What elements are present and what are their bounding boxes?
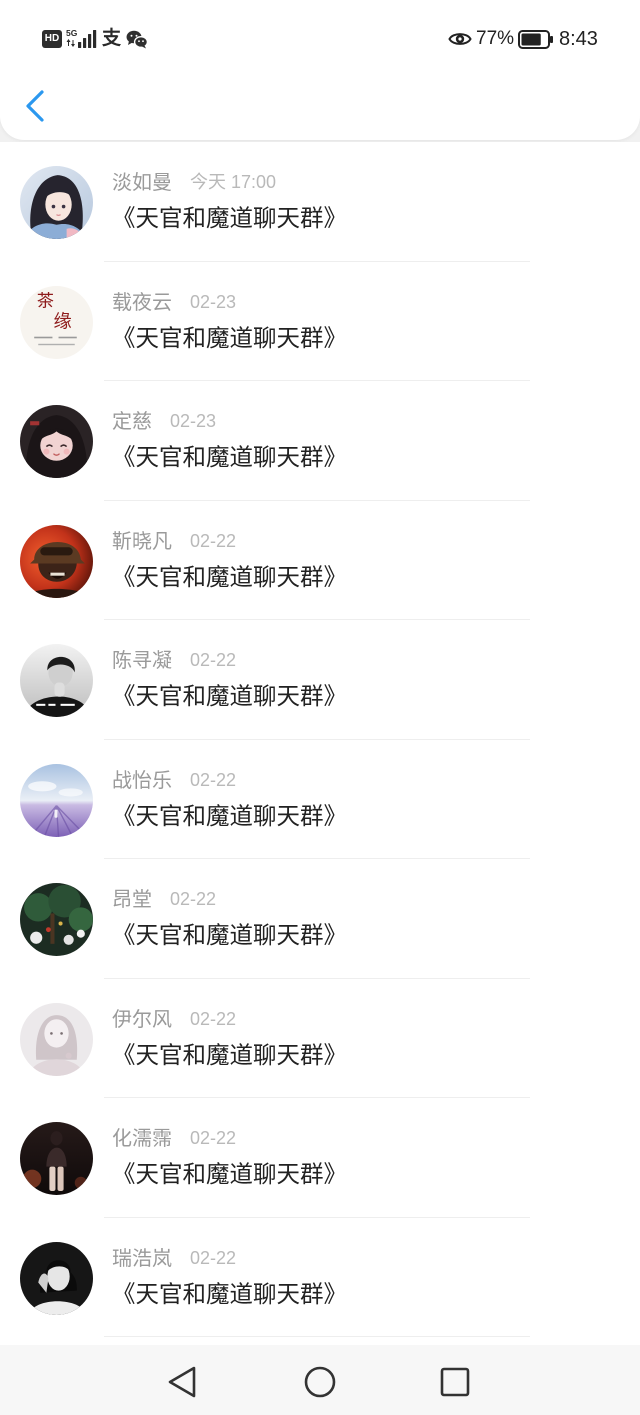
battery-percent: 77% (476, 28, 515, 49)
avatar[interactable] (20, 1241, 93, 1315)
avatar-logo-text: 茶 (37, 291, 54, 311)
message-preview: 《天官和魔道聊天群》 (112, 323, 347, 352)
back-triangle-icon[interactable] (166, 1365, 198, 1399)
wechat-icon (126, 30, 148, 49)
hd-icon: HD (42, 30, 62, 48)
chat-list-item[interactable]: 瑞浩岚 02-22 《天官和魔道聊天群》 (0, 1218, 640, 1337)
message-time: 02-22 (190, 769, 237, 790)
message-meta: 陈寻凝 02-22 (112, 648, 236, 672)
message-preview: 《天官和魔道聊天群》 (112, 1279, 347, 1308)
chat-list-item[interactable]: 战怡乐 02-22 《天官和魔道聊天群》 (0, 740, 640, 859)
message-meta: 淡如曼 今天 17:00 (112, 170, 276, 194)
chat-list: 淡如曼 今天 17:00 《天官和魔道聊天群》 茶 缘 载夜云 02-23 《天… (0, 142, 640, 1337)
sender-name: 定慈 (112, 409, 152, 433)
message-meta: 靳晓凡 02-22 (112, 529, 236, 553)
back-button[interactable] (16, 84, 56, 128)
system-nav-bar (0, 1345, 640, 1415)
battery-icon (518, 30, 553, 49)
message-meta: 伊尔风 02-22 (112, 1007, 236, 1031)
message-time: 今天 17:00 (190, 172, 277, 192)
battery-level-fill (521, 33, 541, 46)
sender-name: 陈寻凝 (112, 648, 172, 672)
avatar[interactable]: 茶 缘 (20, 285, 93, 359)
sender-name: 淡如曼 (112, 170, 172, 194)
message-preview: 《天官和魔道聊天群》 (112, 682, 347, 710)
divider (104, 1336, 530, 1337)
chat-list-item[interactable]: 茶 缘 载夜云 02-23 《天官和魔道聊天群》 (0, 262, 640, 381)
message-preview: 《天官和魔道聊天群》 (112, 921, 347, 949)
chat-list-item[interactable]: 昂堂 02-22 《天官和魔道聊天群》 (0, 859, 640, 979)
message-meta: 战怡乐 02-22 (112, 768, 236, 792)
avatar[interactable] (20, 524, 93, 598)
message-preview: 《天官和魔道聊天群》 (112, 562, 347, 591)
chat-list-item[interactable]: 伊尔风 02-22 《天官和魔道聊天群》 (0, 979, 640, 1098)
sender-name: 伊尔风 (112, 1006, 172, 1031)
message-meta: 定慈 02-23 (112, 409, 216, 433)
message-preview: 《天官和魔道聊天群》 (112, 1040, 347, 1069)
home-circle-icon[interactable] (304, 1366, 336, 1398)
message-preview: 《天官和魔道聊天群》 (112, 204, 347, 232)
message-meta: 昂堂 02-22 (112, 887, 216, 911)
sender-name: 载夜云 (112, 289, 172, 314)
sender-name: 化濡霈 (112, 1126, 172, 1150)
sender-name: 战怡乐 (112, 767, 172, 792)
eye-icon (448, 33, 472, 45)
message-time: 02-23 (190, 291, 237, 312)
signal-icon: 5G (66, 29, 97, 48)
avatar[interactable] (20, 1122, 93, 1195)
message-time: 02-22 (190, 1247, 237, 1268)
message-time: 02-22 (190, 1128, 237, 1148)
avatar[interactable] (20, 405, 93, 478)
recents-square-icon[interactable] (440, 1367, 470, 1397)
clock: 8:43 (559, 28, 598, 50)
avatar[interactable] (20, 763, 93, 837)
sender-name: 瑞浩岚 (112, 1245, 172, 1270)
chat-list-item[interactable]: 淡如曼 今天 17:00 《天官和魔道聊天群》 (0, 142, 640, 262)
chat-list-item[interactable]: 化濡霈 02-22 《天官和魔道聊天群》 (0, 1098, 640, 1218)
avatar[interactable] (20, 644, 93, 717)
chat-list-item[interactable]: 定慈 02-23 《天官和魔道聊天群》 (0, 381, 640, 501)
message-preview: 《天官和魔道聊天群》 (112, 443, 347, 471)
message-preview: 《天官和魔道聊天群》 (112, 801, 347, 830)
status-bar: HD 5G 支 77% 8:43 (0, 0, 640, 78)
message-time: 02-22 (170, 889, 217, 909)
alipay-icon: 支 (102, 28, 122, 49)
message-preview: 《天官和魔道聊天群》 (112, 1160, 347, 1188)
sender-name: 靳晓凡 (112, 528, 172, 553)
sender-name: 昂堂 (112, 887, 152, 911)
chat-list-item[interactable]: 靳晓凡 02-22 《天官和魔道聊天群》 (0, 501, 640, 620)
chat-list-item[interactable]: 陈寻凝 02-22 《天官和魔道聊天群》 (0, 620, 640, 740)
avatar-logo-text: 缘 (53, 311, 71, 332)
chevron-left-icon (26, 90, 44, 122)
message-meta: 化濡霈 02-22 (112, 1126, 236, 1150)
network-type-label: 5G (66, 29, 78, 38)
avatar[interactable] (20, 166, 93, 239)
message-time: 02-22 (190, 650, 237, 670)
avatar[interactable] (20, 1002, 93, 1076)
message-time: 02-23 (170, 411, 217, 431)
message-meta: 载夜云 02-23 (112, 290, 236, 314)
top-bar: HD 5G 支 77% 8:43 (0, 0, 640, 140)
avatar[interactable] (20, 883, 93, 956)
message-time: 02-22 (190, 530, 237, 551)
message-time: 02-22 (190, 1008, 237, 1029)
message-meta: 瑞浩岚 02-22 (112, 1246, 236, 1270)
